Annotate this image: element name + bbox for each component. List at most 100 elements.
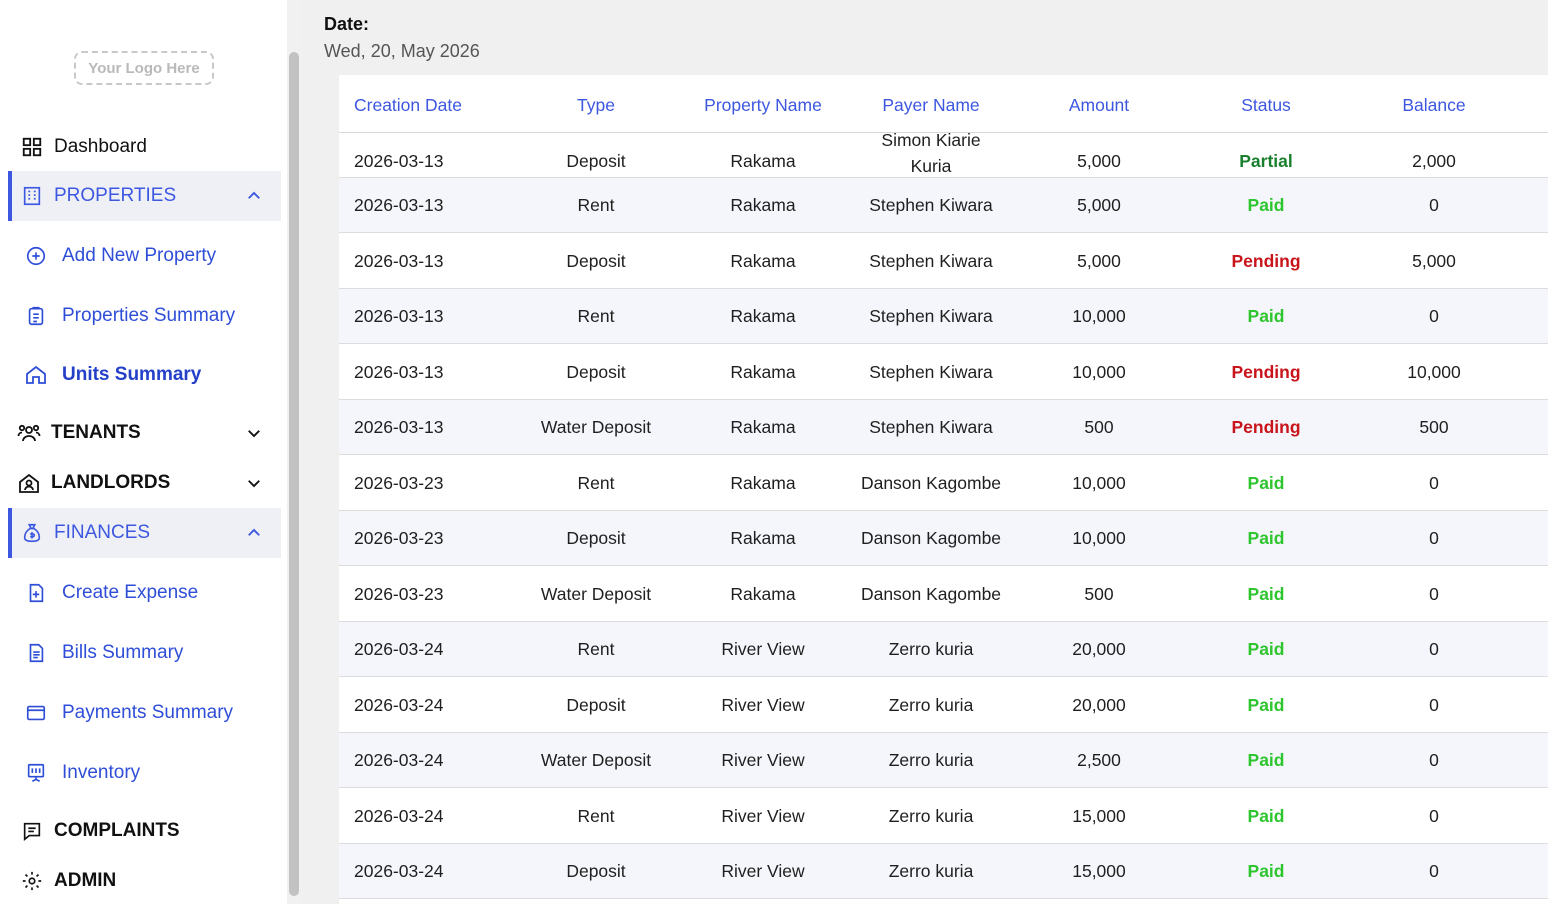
sidebar-item-tenants[interactable]: TENANTS: [8, 408, 281, 458]
sidebar-subitem-create-expense[interactable]: Create Expense: [24, 575, 198, 611]
cell-property-name: Rakama: [730, 250, 796, 271]
cell-balance: 0: [1429, 805, 1439, 826]
cell-amount: 500: [1084, 583, 1114, 604]
cell-amount: 10,000: [1072, 306, 1126, 326]
sidebar-item-landlords[interactable]: LANDLORDS: [8, 458, 281, 508]
table-row[interactable]: 2026-03-23 Rent Rakama Danson Kagombe 10,000…: [339, 455, 1548, 511]
cell-property-name: Rakama: [730, 151, 796, 171]
cell-type: Deposit: [566, 528, 626, 548]
sidebar-item-label: FINANCES: [54, 522, 151, 543]
cell-property-name: Rakama: [730, 528, 796, 548]
sidebar-subitem-units-summary[interactable]: Units Summary: [24, 357, 201, 393]
payments-table: Creation Date Type Property Name Payer N…: [339, 75, 1548, 904]
cell-payer-name: Stephen Kiwara: [869, 250, 993, 271]
table-row[interactable]: 2026-03-13 Deposit Rakama Stephen Kiwara 5,0…: [339, 233, 1548, 289]
sidebar-item-complaints[interactable]: COMPLAINTS: [8, 806, 281, 856]
table-row[interactable]: 2026-03-24 Deposit River View Zerro kuria 15…: [339, 844, 1548, 899]
column-header-balance[interactable]: Balance: [1402, 95, 1465, 116]
message-square-icon: [20, 819, 44, 843]
cell-type: Rent: [577, 306, 615, 326]
cell-creation-date: 2026-03-24: [354, 750, 444, 770]
cell-balance: 0: [1429, 750, 1439, 770]
cell-creation-date: 2026-03-13: [354, 250, 444, 271]
status-badge: Paid: [1247, 583, 1285, 604]
status-badge: Paid: [1247, 694, 1285, 715]
table-row[interactable]: 2026-03-24 Water Deposit River View Zerro k…: [339, 733, 1548, 788]
cell-amount: 15,000: [1072, 861, 1126, 881]
building-icon: [20, 184, 44, 208]
column-header-property-name[interactable]: Property Name: [704, 95, 822, 116]
status-badge: Partial: [1239, 151, 1293, 171]
sidebar-subitem-label: Add New Property: [62, 245, 217, 266]
cell-payer-name: Simon Kiarie Kuria: [881, 130, 981, 176]
house-user-icon: [17, 471, 41, 495]
cell-type: Deposit: [566, 250, 626, 271]
sidebar-item-properties[interactable]: PROPERTIES: [8, 171, 281, 221]
chevron-up-icon[interactable]: [243, 185, 265, 207]
cell-type: Water Deposit: [540, 417, 652, 437]
table-row[interactable]: 2026-03-13 Rent Rakama Stephen Kiwara 5,000 P…: [339, 178, 1548, 233]
wallet-icon: [24, 701, 48, 725]
cell-type: Rent: [577, 805, 615, 826]
cell-amount: 10,000: [1072, 361, 1126, 382]
sidebar-item-admin[interactable]: ADMIN: [8, 856, 281, 904]
cell-payer-name: Danson Kagombe: [860, 472, 1002, 493]
table-row[interactable]: 2026-03-24 Deposit River View Zerro kuria 20…: [339, 677, 1548, 733]
cell-creation-date: 2026-03-24: [354, 639, 444, 659]
column-header-status[interactable]: Status: [1241, 95, 1291, 116]
table-row[interactable]: 2026-03-24 Rent River View Zerro kuria 15,00…: [339, 788, 1548, 844]
status-badge: Pending: [1231, 361, 1301, 382]
cell-type: Rent: [577, 195, 615, 215]
status-badge: Paid: [1247, 306, 1285, 326]
sidebar-subitem-label: Properties Summary: [62, 305, 236, 326]
cell-balance: 2,000: [1412, 151, 1456, 171]
sidebar-subitem-inventory[interactable]: Inventory: [24, 755, 140, 791]
column-header-payer-name[interactable]: Payer Name: [882, 95, 979, 116]
sidebar-subitem-payments-summary[interactable]: Payments Summary: [24, 695, 233, 731]
table-row[interactable]: 2026-03-13 Water Deposit Rakama Stephen Kiw…: [339, 400, 1548, 455]
sidebar-subitem-properties-summary[interactable]: Properties Summary: [24, 298, 235, 334]
table-row[interactable]: 2026-03-13 Deposit Rakama Stephen Kiwara 10,…: [339, 344, 1548, 400]
sidebar-subitem-add-new-property[interactable]: Add New Property: [24, 238, 216, 274]
cell-amount: 5,000: [1077, 151, 1121, 171]
cell-balance: 0: [1429, 306, 1439, 326]
cell-amount: 5,000: [1077, 250, 1121, 271]
cell-balance: 0: [1429, 694, 1439, 715]
cell-balance: 0: [1429, 639, 1439, 659]
cell-type: Rent: [577, 639, 615, 659]
sidebar-item-label: LANDLORDS: [51, 472, 171, 493]
table-row[interactable]: 2026-03-24 Rent River View Zerro kuria 20,00…: [339, 622, 1548, 677]
sidebar-item-dashboard[interactable]: Dashboard: [8, 122, 281, 172]
chevron-down-icon[interactable]: [243, 422, 265, 444]
column-header-amount[interactable]: Amount: [1069, 95, 1129, 116]
sidebar-item-finances[interactable]: FINANCES: [8, 508, 281, 558]
chevron-up-icon[interactable]: [243, 522, 265, 544]
home-icon: [24, 363, 48, 387]
column-header-type[interactable]: Type: [577, 95, 615, 116]
table-row[interactable]: 2026-03-23 Deposit Rakama Danson Kagombe 10,…: [339, 511, 1548, 566]
table-row[interactable]: 2026-03-13 Deposit Rakama Simon Kiarie Kuri…: [339, 130, 1548, 178]
money-bag-icon: [20, 521, 44, 545]
cell-payer-name: Stephen Kiwara: [869, 361, 993, 382]
cell-creation-date: 2026-03-13: [354, 306, 444, 326]
cell-type: Deposit: [566, 361, 626, 382]
cell-property-name: Rakama: [730, 361, 796, 382]
sidebar-subitem-bills-summary[interactable]: Bills Summary: [24, 635, 183, 671]
cell-property-name: Rakama: [730, 583, 796, 604]
main-content: Date: Wed, 20, May 2026 Creation Date Ty…: [301, 0, 1548, 904]
table-row[interactable]: 2026-03-13 Rent Rakama Stephen Kiwara 10,000…: [339, 289, 1548, 344]
table-row[interactable]: 2026-03-23 Water Deposit Rakama Danson Kago…: [339, 566, 1548, 622]
cell-amount: 15,000: [1072, 805, 1126, 826]
status-badge: Pending: [1231, 417, 1301, 437]
sidebar-scrollbar-thumb[interactable]: [289, 52, 299, 896]
inventory-board-icon: [24, 761, 48, 785]
cell-payer-name: Zerro kuria: [888, 861, 974, 881]
cell-property-name: Rakama: [730, 195, 796, 215]
chevron-down-icon[interactable]: [243, 472, 265, 494]
column-header-creation-date[interactable]: Creation Date: [354, 95, 462, 116]
status-badge: Paid: [1247, 750, 1285, 770]
cell-amount: 5,000: [1077, 195, 1121, 215]
status-badge: Paid: [1247, 528, 1285, 548]
cell-amount: 2,500: [1077, 750, 1121, 770]
app-window: Your Logo Here Dashboard PROPERTIES Add …: [0, 0, 1548, 904]
